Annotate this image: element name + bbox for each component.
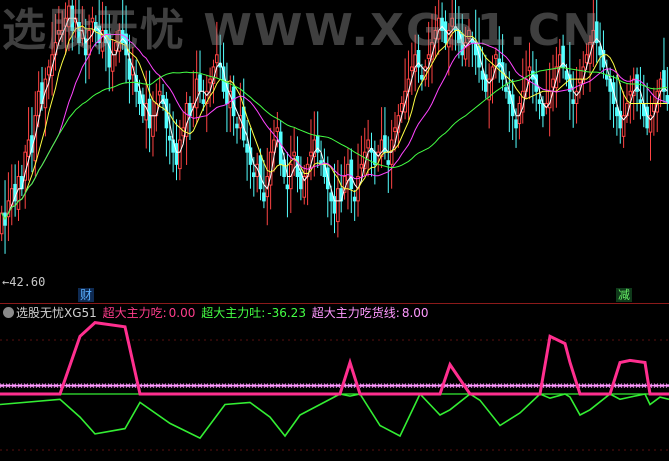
eat-line <box>0 321 669 396</box>
candle-body <box>578 78 582 84</box>
candle-body <box>336 188 340 223</box>
candle-body <box>527 66 532 72</box>
stock-chart-window: 选股无忧 WWW.XG51.CN ←42.60 财 减 选股无忧XG51 超大主… <box>0 0 669 461</box>
candle-body <box>537 99 542 104</box>
candle-body <box>252 172 256 178</box>
candle-body <box>359 163 364 169</box>
legend-eat-value: 0.00 <box>168 306 196 320</box>
candle-body <box>235 123 239 129</box>
candle-body <box>504 87 508 92</box>
candle-body <box>480 70 485 80</box>
candle-body <box>564 70 569 80</box>
candle-body <box>352 196 357 202</box>
candle-body <box>46 66 51 76</box>
indicator-name[interactable]: 选股无忧XG51 <box>16 306 97 320</box>
legend-eatline-value: 8.00 <box>401 306 429 320</box>
candle-body <box>571 99 575 104</box>
candle-body <box>399 102 404 112</box>
candle-body <box>514 119 518 129</box>
candle-body <box>574 90 579 104</box>
candle-body <box>178 139 182 170</box>
candle-body <box>309 151 313 157</box>
candle-body <box>157 90 162 96</box>
candle-body <box>420 74 424 80</box>
candle-body <box>275 127 280 132</box>
chart-canvas[interactable] <box>0 0 669 461</box>
candle-body <box>201 99 206 104</box>
candle-body <box>174 143 179 165</box>
candle-body <box>245 143 249 153</box>
candle-body <box>208 78 212 84</box>
candle-body <box>26 139 31 157</box>
indicator-settings-icon[interactable] <box>3 307 14 318</box>
candle-body <box>292 151 296 157</box>
candle-body <box>615 107 619 117</box>
legend-spit-value: -36.23 <box>267 306 306 320</box>
price-low-label: ←42.60 <box>2 275 46 289</box>
indicator-title-bar: 选股无忧XG51 超大主力吃: 0.00 超大主力吐: -36.23 超大主力吃货线… <box>0 305 431 321</box>
candle-body <box>410 66 414 72</box>
legend-spit-label: 超大主力吐: <box>201 306 266 320</box>
candle-body <box>167 135 172 141</box>
candle-body <box>198 74 202 92</box>
buy-tag[interactable]: 财 <box>78 288 94 302</box>
candle-body <box>194 78 199 109</box>
sell-tag[interactable]: 减 <box>616 288 632 302</box>
candle-body <box>605 74 609 80</box>
candle-body <box>241 106 246 141</box>
legend-eat-label: 超大主力吃: <box>102 306 167 320</box>
candle-body <box>551 78 555 88</box>
candle-body <box>36 90 41 117</box>
candle-body <box>262 192 266 202</box>
spit-line <box>0 392 669 440</box>
candle-body <box>258 155 263 190</box>
candle-body <box>366 139 370 149</box>
candle-body <box>329 192 333 202</box>
candle-body <box>652 102 656 112</box>
candle-body <box>16 176 21 210</box>
candle-body <box>386 160 391 165</box>
candle-body <box>151 115 155 137</box>
candle-body <box>285 184 290 190</box>
candle-body <box>638 99 643 104</box>
candle-body <box>349 159 354 190</box>
legend-eatline-label: 超大主力吃货线: <box>311 306 400 320</box>
candle-body <box>346 163 350 182</box>
candle-body <box>393 127 397 132</box>
candle-body <box>628 90 633 96</box>
watermark: 选股无忧 WWW.XG51.CN <box>2 5 602 56</box>
candle-body <box>0 212 4 235</box>
